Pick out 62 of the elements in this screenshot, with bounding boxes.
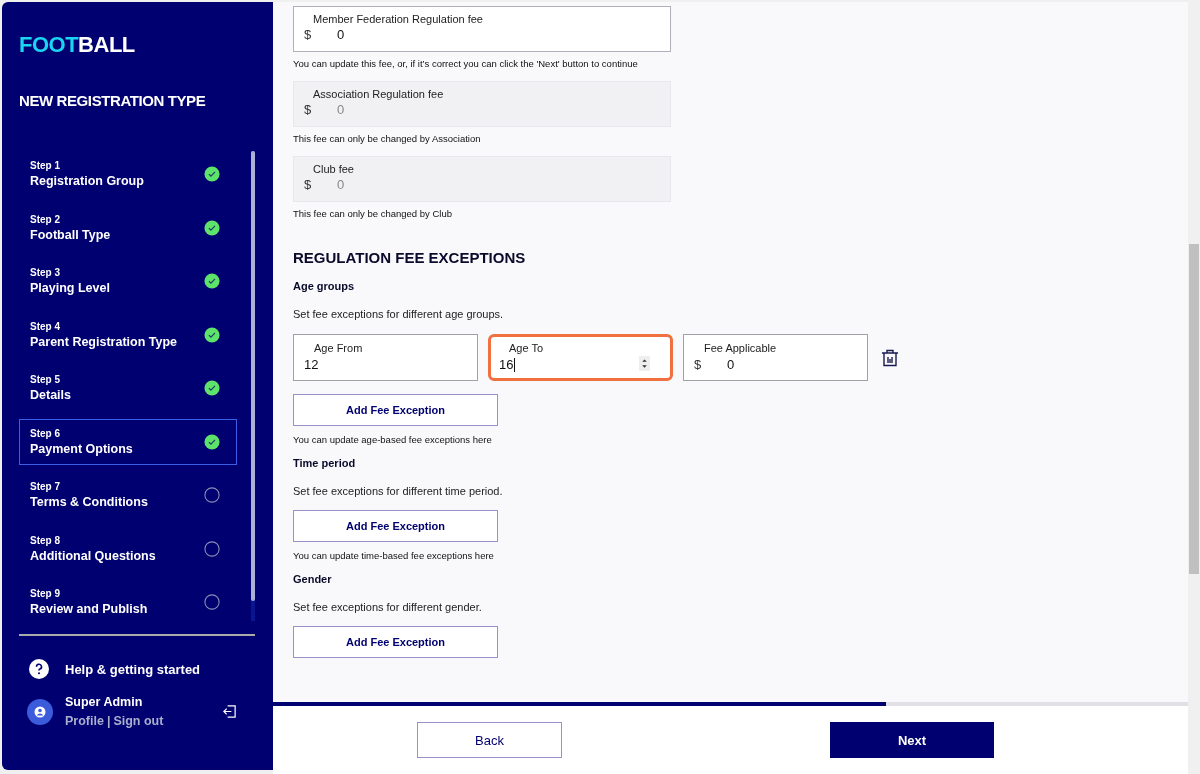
step-label: Terms & Conditions	[30, 495, 148, 509]
fee-field: Association Regulation fee $ 0	[293, 81, 671, 127]
step-item[interactable]: Step 5 Details	[19, 365, 237, 411]
section-title: REGULATION FEE EXCEPTIONS	[293, 249, 527, 266]
step-label: Payment Options	[30, 441, 133, 456]
profile-link[interactable]: Profile	[65, 714, 104, 728]
step-label: Football Type	[30, 227, 111, 242]
trash-icon[interactable]	[880, 347, 900, 368]
step-item[interactable]: Step 1 Registration Group	[19, 151, 237, 197]
step-number: Step 3	[30, 267, 60, 278]
user-name: Super Admin	[65, 695, 143, 709]
step-number: Step 6	[30, 427, 60, 439]
help-link[interactable]: Help & getting started	[65, 661, 201, 677]
step-number: Step 7	[30, 481, 60, 492]
step-item[interactable]: Step 9 Review and Publish	[19, 579, 237, 625]
step-number: Step 2	[30, 213, 60, 225]
logo: FOOTBALL	[19, 32, 135, 58]
back-button[interactable]: Back	[417, 722, 562, 758]
group-title: Time period	[293, 457, 357, 469]
fee-field: Club fee $ 0	[293, 156, 671, 202]
step-label: Additional Questions	[30, 548, 156, 563]
input-field[interactable]: Age To 16	[488, 334, 673, 381]
spinner-icon[interactable]	[639, 356, 650, 371]
help-icon[interactable]	[29, 659, 49, 679]
field-note: You can update time-based fee exceptions here	[293, 550, 495, 561]
step-label: Playing Level	[30, 281, 110, 295]
group-description: Set fee exceptions for different age groups.	[293, 308, 505, 320]
group-title: Gender	[293, 573, 333, 585]
separator: |	[106, 714, 111, 728]
add-fee-exception-button[interactable]: Add Fee Exception	[293, 394, 498, 426]
step-number: Step 8	[30, 534, 60, 546]
step-number: Step 1	[30, 160, 60, 171]
fee-field[interactable]: Member Federation Regulation fee $ 0	[293, 6, 671, 52]
step-number: Step 9	[30, 588, 60, 599]
step-label: Details	[30, 388, 71, 402]
input-field[interactable]: Fee Applicable $ 0	[683, 334, 868, 381]
field-note: You can update this fee, or, if it’s correct you can click the 'Next' button to continue	[293, 58, 639, 69]
step-item[interactable]: Step 7 Terms & Conditions	[19, 472, 237, 518]
step-label: Review and Publish	[30, 602, 148, 616]
input-field[interactable]: Age From 12	[293, 334, 478, 381]
add-fee-exception-button[interactable]: Add Fee Exception	[293, 510, 498, 542]
step-item[interactable]: Step 8 Additional Questions	[19, 525, 237, 572]
sign-out-link[interactable]: Sign out	[113, 714, 164, 728]
group-description: Set fee exceptions for different gender.	[293, 601, 483, 613]
sidebar-title: NEW REGISTRATION TYPE	[19, 92, 206, 109]
field-note: This fee can only be changed by Association	[293, 133, 482, 144]
step-item[interactable]: Step 2 Football Type	[19, 204, 237, 251]
step-number: Step 4	[30, 320, 60, 332]
step-number: Step 5	[30, 374, 60, 385]
group-title: Age groups	[293, 280, 356, 292]
step-label: Parent Registration Type	[30, 334, 178, 349]
step-item[interactable]: Step 4 Parent Registration Type	[19, 311, 237, 358]
add-fee-exception-button[interactable]: Add Fee Exception	[293, 626, 498, 658]
next-button[interactable]: Next	[830, 722, 994, 758]
step-item[interactable]: Step 3 Playing Level	[19, 258, 237, 304]
group-description: Set fee exceptions for different time period.	[293, 485, 504, 497]
avatar-icon	[27, 698, 53, 725]
logout-icon[interactable]	[222, 704, 237, 719]
step-label: Registration Group	[30, 174, 144, 188]
field-note: This fee can only be changed by Club	[293, 208, 453, 219]
step-item[interactable]: Step 6 Payment Options	[19, 418, 237, 465]
field-note: You can update age-based fee exceptions here	[293, 434, 493, 445]
